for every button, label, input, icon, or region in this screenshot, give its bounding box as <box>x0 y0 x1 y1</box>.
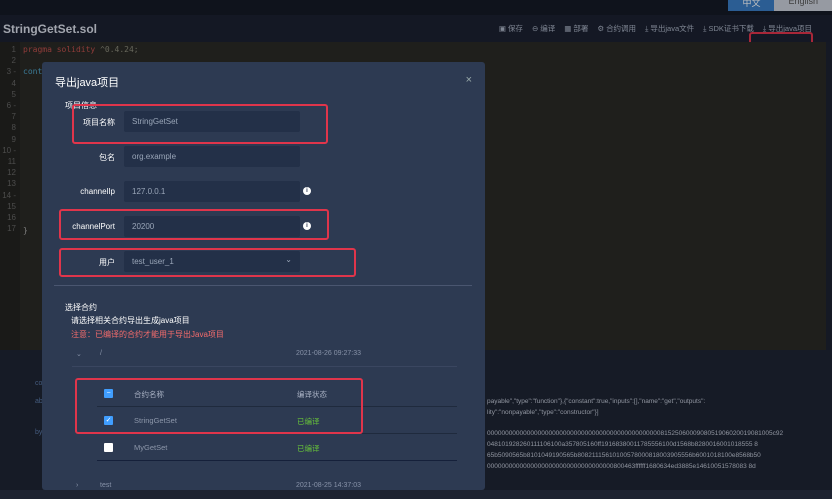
text-input[interactable]: 127.0.0.1 <box>124 181 300 202</box>
folder-name: / <box>100 350 102 357</box>
contract-name: MyGetSet <box>134 443 168 452</box>
contract-folder-root[interactable]: ⌄ / 2021-08-26 09:27:33 <box>72 347 457 367</box>
row-checkbox[interactable] <box>104 443 113 452</box>
field-value: 127.0.0.1 <box>132 187 166 196</box>
highlight-user <box>59 248 356 277</box>
highlight-contract-table <box>75 378 363 434</box>
field-value: org.example <box>132 152 177 161</box>
chevron-right-icon[interactable]: › <box>76 482 78 489</box>
chevron-down-icon[interactable]: ⌄ <box>76 350 82 358</box>
form-row: channelIp 127.0.0.1 i <box>42 181 485 203</box>
section-select-contract: 选择合约 <box>65 303 97 312</box>
divider <box>54 285 472 286</box>
highlight-channel-port <box>59 209 329 240</box>
export-java-project-dialog: 导出java项目 × 项目信息 项目名称 StringGetSet 包名 org… <box>42 62 485 490</box>
folder-time: 2021-08-26 09:27:33 <box>296 350 361 357</box>
folder-time: 2021-08-25 14:37:03 <box>296 482 361 489</box>
field-label: channelIp <box>80 187 115 196</box>
text-input[interactable]: org.example <box>124 146 300 167</box>
contract-folder-test[interactable]: › test 2021-08-25 14:37:03 <box>72 479 457 499</box>
close-icon[interactable]: × <box>466 74 472 86</box>
highlight-project-name <box>72 104 328 144</box>
dialog-title: 导出java项目 <box>55 77 120 89</box>
field-label: 包名 <box>99 153 115 162</box>
info-icon[interactable]: i <box>303 187 311 195</box>
warning-text: 注意：已编译的合约才能用于导出Java项目 <box>71 330 224 339</box>
hint-text: 请选择相关合约导出生成java项目 <box>71 316 190 325</box>
folder-name: test <box>100 482 112 489</box>
form-row: 包名 org.example <box>42 146 485 168</box>
compile-status: 已编译 <box>297 444 320 453</box>
table-row[interactable]: MyGetSet 已编译 <box>97 434 457 461</box>
